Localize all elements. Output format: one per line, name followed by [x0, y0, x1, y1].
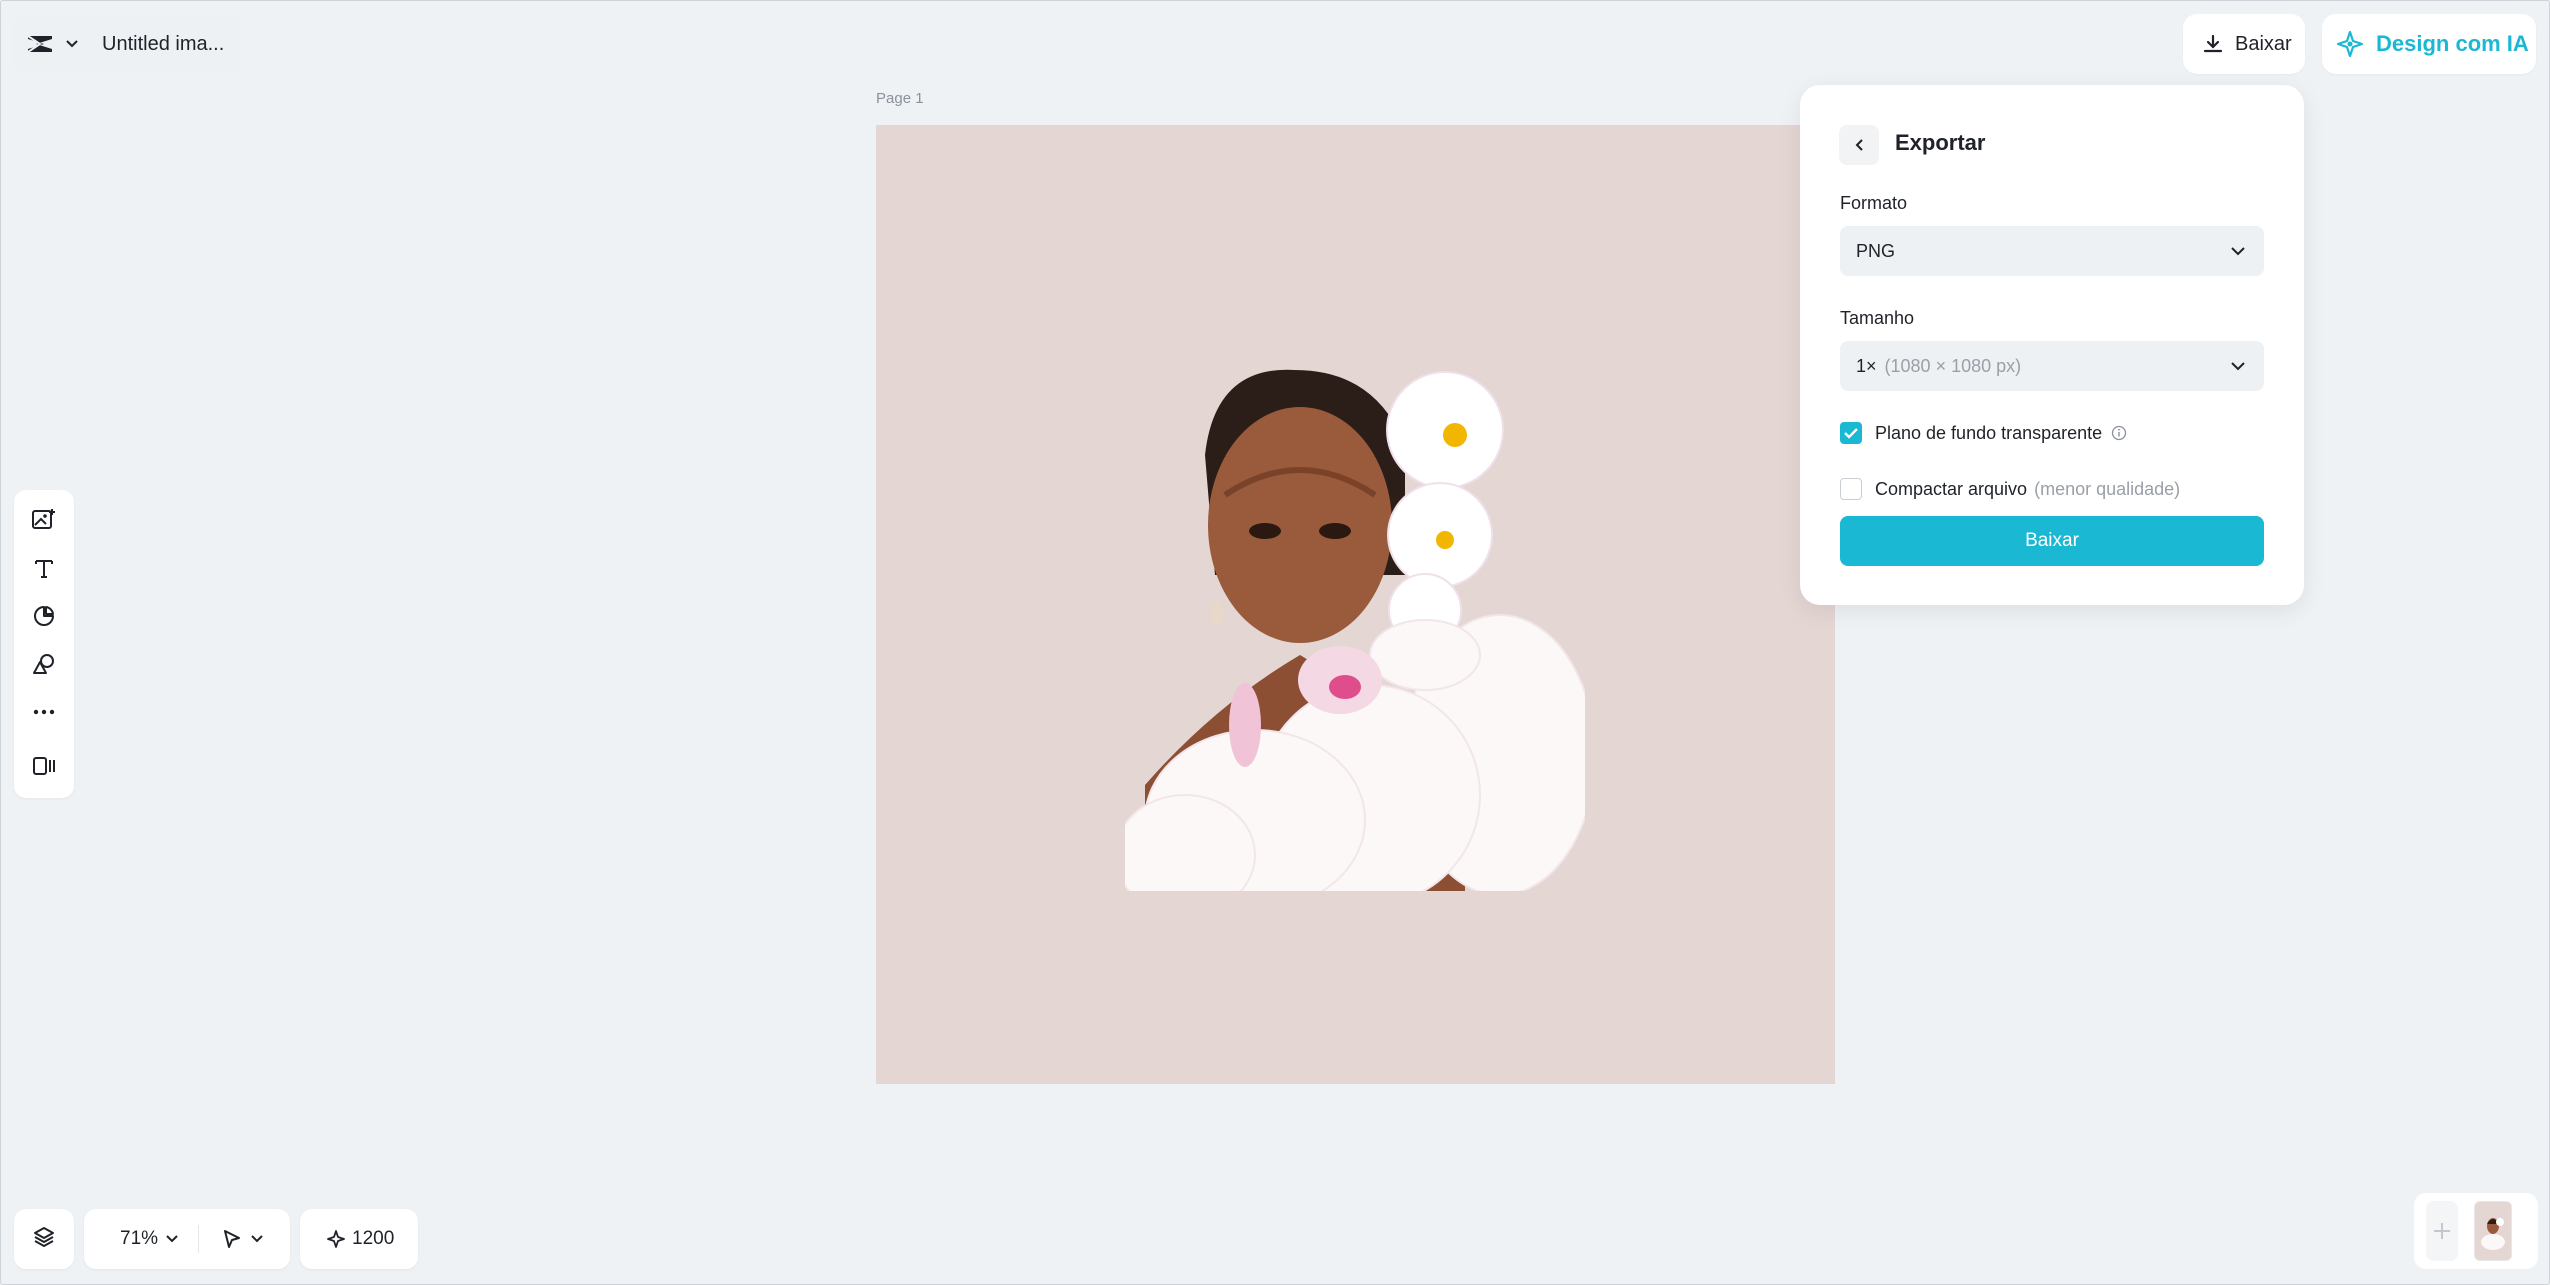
left-toolbar: [14, 490, 74, 798]
layers-button[interactable]: [14, 1209, 74, 1269]
zoom-value: 71%: [120, 1228, 159, 1249]
download-button[interactable]: Baixar: [2183, 14, 2305, 74]
format-value: PNG: [1856, 240, 1896, 261]
chevron-down-icon: [166, 1235, 178, 1243]
format-label: Formato: [1840, 193, 1908, 213]
credits-button[interactable]: 1200: [300, 1209, 418, 1269]
transparent-background-row: Plano de fundo transparente: [1840, 422, 2127, 444]
download-label: Baixar: [2235, 32, 2292, 55]
text-icon[interactable]: [26, 550, 62, 586]
download-icon: [2201, 32, 2225, 56]
transparent-background-label: Plano de fundo transparente: [1875, 422, 2103, 443]
cursor-tool-dropdown[interactable]: [221, 1228, 263, 1250]
chevron-left-icon: [1855, 139, 1863, 151]
page-label: Page 1: [876, 90, 924, 107]
format-select[interactable]: PNG: [1840, 226, 2264, 276]
chevron-down-icon: [251, 1235, 263, 1243]
credits-value: 1200: [352, 1228, 395, 1249]
page-thumbnail[interactable]: [2474, 1201, 2512, 1261]
zoom-controls: 71%: [84, 1209, 290, 1269]
image-add-icon[interactable]: [26, 502, 62, 538]
back-button[interactable]: [1839, 125, 1879, 165]
export-panel: Exportar Formato PNG Tamanho 1× (1080 × …: [1800, 85, 2304, 605]
pages-panel: [2414, 1193, 2538, 1269]
portrait-photo[interactable]: [1125, 325, 1585, 891]
design-canvas[interactable]: [876, 125, 1835, 1084]
chevron-down-icon[interactable]: [62, 34, 82, 54]
pointer-icon: [224, 1230, 241, 1248]
shapes-icon[interactable]: [26, 646, 62, 682]
compress-file-row: Compactar arquivo (menor qualidade): [1840, 478, 2180, 500]
capcut-logo-icon[interactable]: [22, 26, 58, 62]
compress-file-checkbox[interactable]: [1840, 478, 1862, 500]
divider: [198, 1225, 200, 1253]
zoom-dropdown[interactable]: 71%: [120, 1228, 178, 1250]
compress-file-label: Compactar arquivo: [1875, 478, 2028, 499]
chevron-down-icon: [2228, 241, 2248, 261]
ai-design-icon: [2336, 30, 2364, 58]
sparkle-icon: [326, 1229, 346, 1249]
checkmark-icon: [1844, 428, 1858, 439]
export-download-button[interactable]: Baixar: [1840, 516, 2264, 566]
layers-icon: [32, 1225, 56, 1254]
size-select[interactable]: 1× (1080 × 1080 px): [1840, 341, 2264, 391]
sticker-icon[interactable]: [26, 598, 62, 634]
app-menu[interactable]: Untitled ima...: [12, 14, 240, 74]
size-value: 1×: [1856, 355, 1877, 376]
info-icon[interactable]: [2111, 425, 2127, 441]
add-page-button[interactable]: [2426, 1201, 2458, 1261]
size-detail: (1080 × 1080 px): [1884, 355, 2022, 376]
design-ai-button[interactable]: Design com IA: [2322, 14, 2536, 74]
plus-icon: [2434, 1223, 2450, 1239]
document-title[interactable]: Untitled ima...: [102, 33, 224, 56]
chevron-down-icon: [2228, 356, 2248, 376]
design-ai-label: Design com IA: [2376, 31, 2529, 56]
panel-title: Exportar: [1895, 130, 1986, 155]
resize-icon[interactable]: [26, 748, 62, 784]
size-label: Tamanho: [1840, 308, 1915, 328]
compress-file-note: (menor qualidade): [2034, 478, 2181, 499]
transparent-background-checkbox[interactable]: [1840, 422, 1862, 444]
more-icon[interactable]: [26, 694, 62, 730]
